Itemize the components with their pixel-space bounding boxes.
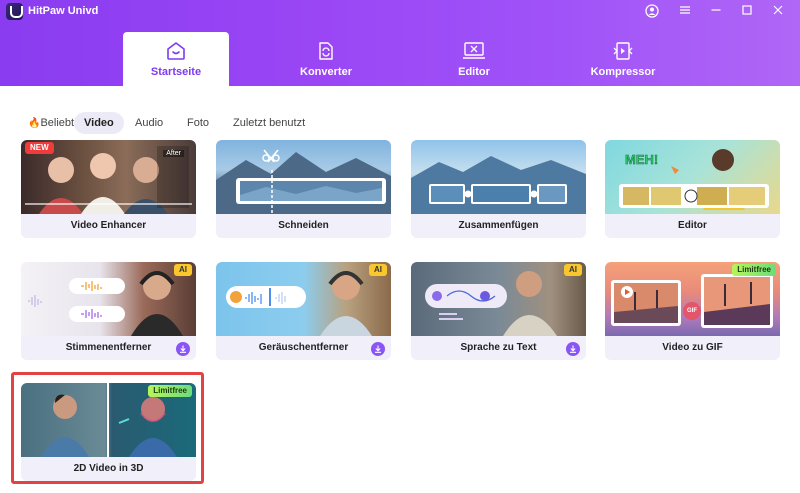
card-editor[interactable]: MEH! Editor	[605, 140, 780, 238]
editor-icon	[463, 42, 485, 59]
limitfree-badge: Limitfree	[732, 264, 776, 276]
maximize-icon[interactable]	[737, 2, 757, 20]
app-title: HitPaw Univd	[28, 5, 99, 17]
card-label: Editor	[678, 220, 707, 231]
card-stimmenentferner[interactable]: AI Stimmenentferner	[21, 262, 196, 360]
tab-label: Zuletzt benutzt	[233, 117, 306, 129]
card-sprache-zu-text[interactable]: AI Sprache zu Text	[411, 262, 586, 360]
card-zusammenfuegen[interactable]: Zusammenfügen	[411, 140, 586, 238]
schneiden-thumbnail	[216, 140, 391, 214]
menu-icon[interactable]	[675, 2, 695, 20]
nav-editor[interactable]: Editor	[421, 32, 527, 86]
card-label: Sprache zu Text	[460, 342, 537, 353]
main-nav: Startseite Konverter Editor Kompressor	[0, 32, 800, 86]
download-icon[interactable]	[566, 342, 580, 356]
app-header: HitPaw Univd Startseite Konverter Editor	[0, 0, 800, 86]
nav-konverter[interactable]: Konverter	[273, 32, 379, 86]
ai-badge: AI	[369, 264, 387, 276]
tab-label: Beliebt	[40, 117, 75, 129]
sprache-zu-text-thumbnail	[411, 262, 586, 336]
title-bar: HitPaw Univd	[0, 0, 800, 24]
home-icon	[167, 42, 185, 60]
nav-label: Editor	[458, 66, 490, 78]
tab-zuletzt-benutzt[interactable]: Zuletzt benutzt	[223, 112, 315, 134]
app-logo-icon	[6, 3, 23, 20]
card-label: Schneiden	[278, 220, 329, 231]
geraeuschentferner-thumbnail	[216, 262, 391, 336]
new-badge: NEW	[25, 142, 54, 154]
meh-text: MEH!	[625, 152, 659, 168]
close-icon[interactable]	[768, 2, 788, 20]
minimize-icon[interactable]	[706, 2, 726, 20]
after-label: After	[163, 150, 184, 157]
card-geraeuschentferner[interactable]: AI Geräuschentferner	[216, 262, 391, 360]
nav-kompressor[interactable]: Kompressor	[570, 32, 676, 86]
tab-video[interactable]: Video	[74, 112, 124, 134]
card-label: Video Enhancer	[70, 220, 147, 231]
gif-label: GIF	[683, 302, 701, 320]
card-schneiden[interactable]: Schneiden	[216, 140, 391, 238]
download-icon[interactable]	[176, 342, 190, 356]
fire-icon: 🔥	[28, 118, 41, 129]
download-icon[interactable]	[371, 342, 385, 356]
selection-highlight	[11, 372, 204, 484]
tab-label: Video	[84, 117, 114, 129]
ai-badge: AI	[564, 264, 582, 276]
card-label: Zusammenfügen	[458, 220, 539, 231]
card-label: Video zu GIF	[662, 342, 723, 353]
account-icon[interactable]	[642, 2, 662, 20]
convert-icon	[319, 42, 333, 60]
nav-label: Kompressor	[590, 66, 656, 78]
nav-startseite[interactable]: Startseite	[123, 32, 229, 86]
tab-label: Audio	[135, 117, 164, 129]
tab-label: Foto	[187, 117, 210, 129]
tab-foto[interactable]: Foto	[177, 112, 219, 134]
nav-label: Startseite	[150, 66, 202, 78]
ai-badge: AI	[174, 264, 192, 276]
card-label: Geräuschentferner	[258, 342, 349, 353]
card-label: Stimmenentferner	[65, 342, 152, 353]
nav-label: Konverter	[300, 66, 352, 78]
zusammenfuegen-thumbnail	[411, 140, 586, 214]
stimmenentferner-thumbnail	[21, 262, 196, 336]
compress-icon	[613, 42, 633, 60]
tab-audio[interactable]: Audio	[125, 112, 173, 134]
card-video-enhancer[interactable]: NEW After Video Enhancer	[21, 140, 196, 238]
card-video-zu-gif[interactable]: GIF Limitfree Video zu GIF	[605, 262, 780, 360]
